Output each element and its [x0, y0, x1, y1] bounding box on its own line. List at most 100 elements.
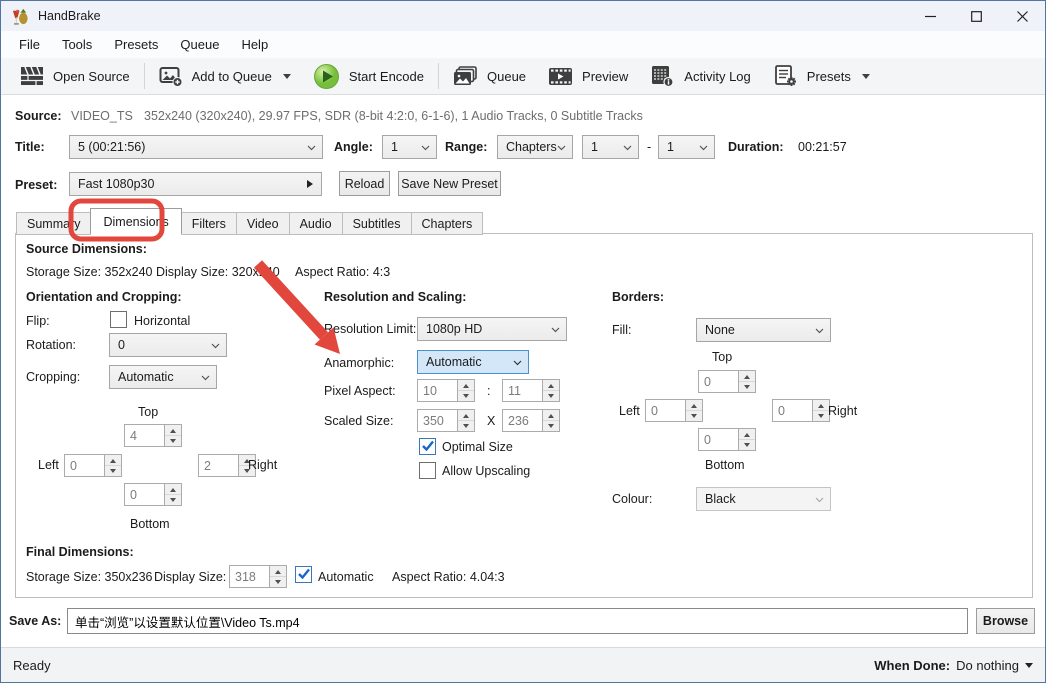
start-encode-button[interactable]: Start Encode	[302, 58, 435, 94]
pixel-aspect-y-spinner[interactable]	[502, 379, 560, 402]
menu-queue[interactable]: Queue	[169, 33, 230, 56]
reload-button[interactable]: Reload	[339, 171, 390, 196]
queue-button[interactable]: Queue	[442, 58, 537, 94]
save-new-preset-label: Save New Preset	[401, 177, 498, 191]
spinner-buttons[interactable]	[543, 379, 560, 402]
tab-video-label: Video	[247, 217, 279, 231]
open-source-button[interactable]: Open Source	[9, 58, 141, 94]
border-left-spinner[interactable]	[645, 399, 703, 422]
save-new-preset-button[interactable]: Save New Preset	[398, 171, 501, 196]
maximize-button[interactable]	[953, 1, 999, 31]
preview-button[interactable]: Preview	[537, 58, 639, 94]
allow-upscaling-checkbox[interactable]	[419, 462, 436, 479]
final-aspect-ratio: Aspect Ratio: 4.04:3	[392, 570, 505, 584]
status-text: Ready	[13, 658, 51, 673]
presets-icon	[773, 65, 798, 87]
flip-horizontal-checkbox[interactable]	[110, 311, 127, 328]
border-left-label: Left	[619, 404, 640, 418]
border-bottom-spinner[interactable]	[698, 428, 756, 451]
browse-button[interactable]: Browse	[976, 608, 1035, 634]
spinner-buttons[interactable]	[458, 379, 475, 402]
reload-button-label: Reload	[345, 177, 385, 191]
menu-presets[interactable]: Presets	[103, 33, 169, 56]
border-right-input[interactable]	[772, 399, 813, 422]
crop-left-input[interactable]	[64, 454, 105, 477]
chevron-down-icon	[201, 375, 210, 381]
scaled-width-spinner[interactable]	[417, 409, 475, 432]
tab-summary[interactable]: Summary	[16, 212, 91, 235]
colour-select[interactable]: Black	[696, 487, 831, 511]
pixel-aspect-x-input[interactable]	[417, 379, 458, 402]
activity-log-button[interactable]: Activity Log	[639, 58, 761, 94]
spinner-buttons[interactable]	[165, 424, 182, 447]
chevron-right-icon	[307, 180, 313, 188]
menu-tools[interactable]: Tools	[51, 33, 103, 56]
optimal-size-checkbox[interactable]	[419, 438, 436, 455]
presets-button[interactable]: Presets	[762, 58, 881, 94]
queue-label: Queue	[487, 69, 526, 84]
border-top-spinner[interactable]	[698, 370, 756, 393]
final-display-size-input[interactable]	[229, 565, 270, 588]
spinner-buttons[interactable]	[270, 565, 287, 588]
close-icon	[1017, 11, 1028, 22]
crop-top-spinner[interactable]	[124, 424, 182, 447]
pixel-aspect-y-input[interactable]	[502, 379, 543, 402]
pixel-aspect-x-spinner[interactable]	[417, 379, 475, 402]
final-display-size-spinner[interactable]	[229, 565, 287, 588]
spinner-buttons[interactable]	[739, 370, 756, 393]
tab-video[interactable]: Video	[236, 212, 290, 235]
tab-dimensions[interactable]: Dimensions	[90, 208, 181, 235]
chevron-down-icon	[211, 343, 220, 349]
spinner-buttons[interactable]	[739, 428, 756, 451]
fill-select[interactable]: None	[696, 318, 831, 342]
close-button[interactable]	[999, 1, 1045, 31]
window-title: HandBrake	[38, 9, 101, 23]
activity-log-label: Activity Log	[684, 69, 750, 84]
crop-top-input[interactable]	[124, 424, 165, 447]
preset-select[interactable]: Fast 1080p30	[69, 172, 322, 196]
menu-help[interactable]: Help	[230, 33, 279, 56]
spinner-buttons[interactable]	[543, 409, 560, 432]
spinner-buttons[interactable]	[165, 483, 182, 506]
crop-right-input[interactable]	[198, 454, 239, 477]
save-as-input[interactable]	[67, 608, 968, 634]
spinner-buttons[interactable]	[686, 399, 703, 422]
scaled-height-input[interactable]	[502, 409, 543, 432]
range-to-select[interactable]: 1	[658, 135, 715, 159]
menu-file[interactable]: File	[8, 33, 51, 56]
tab-filters[interactable]: Filters	[181, 212, 237, 235]
crop-bottom-spinner[interactable]	[124, 483, 182, 506]
border-right-spinner[interactable]	[772, 399, 830, 422]
add-to-queue-button[interactable]: Add to Queue	[148, 58, 302, 94]
border-left-input[interactable]	[645, 399, 686, 422]
final-automatic-checkbox[interactable]	[295, 566, 312, 583]
spinner-buttons[interactable]	[458, 409, 475, 432]
tab-subtitles[interactable]: Subtitles	[342, 212, 412, 235]
title-select[interactable]: 5 (00:21:56)	[69, 135, 323, 159]
border-bottom-input[interactable]	[698, 428, 739, 451]
range-from-select[interactable]: 1	[582, 135, 639, 159]
queue-icon	[453, 66, 478, 87]
tab-audio[interactable]: Audio	[289, 212, 343, 235]
border-top-input[interactable]	[698, 370, 739, 393]
rotation-select[interactable]: 0	[109, 333, 227, 357]
cropping-select[interactable]: Automatic	[109, 365, 217, 389]
range-type-select[interactable]: Chapters	[497, 135, 573, 159]
resolution-limit-select[interactable]: 1080p HD	[417, 317, 567, 341]
angle-select[interactable]: 1	[382, 135, 437, 159]
anamorphic-select[interactable]: Automatic	[417, 350, 529, 374]
crop-bottom-input[interactable]	[124, 483, 165, 506]
tab-strip: Summary Dimensions Filters Video Audio S…	[17, 208, 483, 235]
chevron-down-icon	[623, 145, 632, 151]
when-done-control[interactable]: When Done: Do nothing	[874, 658, 1033, 673]
scaled-height-spinner[interactable]	[502, 409, 560, 432]
scaled-width-input[interactable]	[417, 409, 458, 432]
crop-left-spinner[interactable]	[64, 454, 122, 477]
tab-chapters[interactable]: Chapters	[411, 212, 484, 235]
toolbar-separator	[144, 63, 145, 89]
source-label: Source:	[15, 109, 62, 123]
menu-bar: File Tools Presets Queue Help	[1, 31, 1045, 58]
spinner-buttons[interactable]	[105, 454, 122, 477]
range-separator: -	[647, 140, 651, 154]
minimize-button[interactable]	[907, 1, 953, 31]
